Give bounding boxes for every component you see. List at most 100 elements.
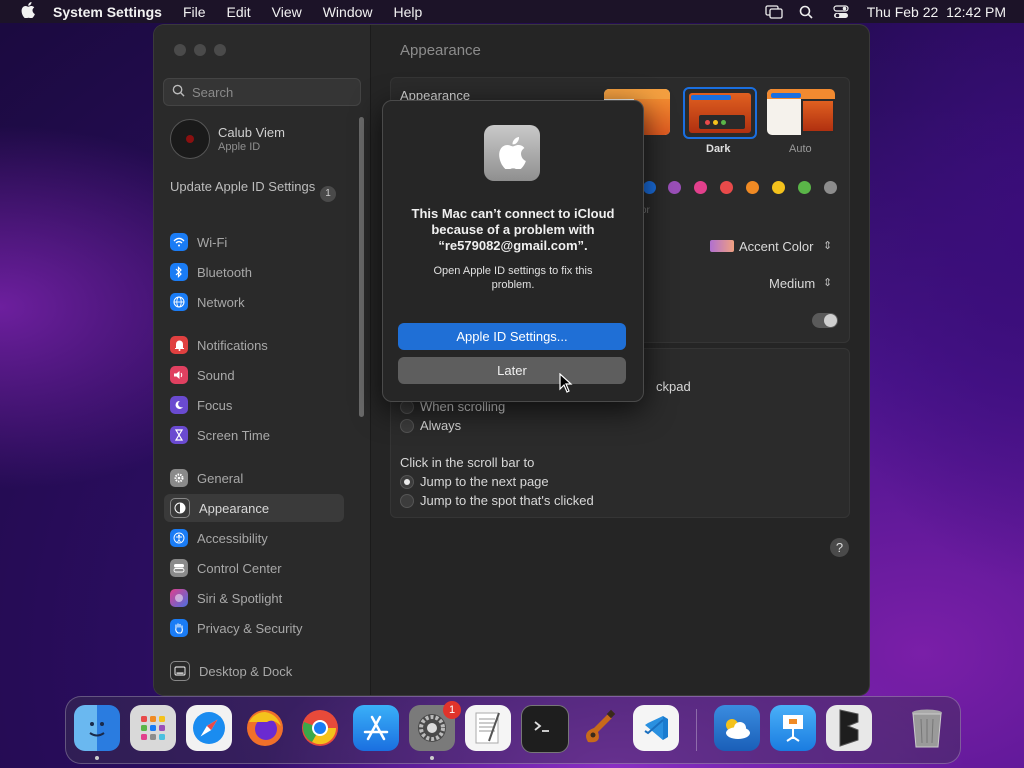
accent-yellow-swatch[interactable] (772, 181, 785, 194)
highlight-color-popup[interactable]: Accent Color (739, 239, 813, 254)
accent-blue-swatch[interactable] (643, 181, 656, 194)
sidebar-item-appearance[interactable]: Appearance (164, 494, 344, 522)
sidebar-item-siri-spotlight[interactable]: Siri & Spotlight (164, 584, 344, 612)
finder-icon[interactable] (74, 705, 120, 751)
accent-red-swatch[interactable] (720, 181, 733, 194)
screen-mirroring-icon[interactable] (765, 4, 783, 19)
search-field[interactable]: Search (163, 78, 361, 106)
sidebar-item-accessibility[interactable]: Accessibility (164, 524, 344, 552)
zoom-window-button[interactable] (214, 44, 226, 56)
chevron-updown-icon[interactable]: ⇕ (823, 276, 832, 289)
search-icon[interactable] (799, 5, 815, 19)
moon-icon (170, 396, 188, 414)
menu-help[interactable]: Help (394, 4, 423, 20)
sidebar-icon-size-popup[interactable]: Medium (769, 276, 815, 291)
click-option-label: Jump to the next page (420, 474, 549, 489)
apple-logo-icon (484, 125, 540, 181)
menu-app-name[interactable]: System Settings (53, 4, 162, 20)
jump-to-spot-radio[interactable] (400, 494, 414, 508)
sidebar-item-wifi[interactable]: Wi-Fi (164, 228, 344, 256)
sidebar-item-label: Wi-Fi (197, 234, 228, 250)
close-window-button[interactable] (174, 44, 186, 56)
speaker-icon (170, 366, 188, 384)
launchpad-icon[interactable] (130, 705, 176, 751)
dialog-message: Open Apple ID settings to fix this probl… (433, 265, 593, 291)
chrome-icon[interactable] (297, 705, 343, 751)
sidebar-item-control-center[interactable]: Control Center (164, 554, 344, 582)
mouse-pointer-icon (559, 372, 573, 393)
keynote-icon[interactable] (770, 705, 816, 751)
firefox-icon[interactable] (242, 705, 288, 751)
sidebar-item-label: General (197, 470, 244, 486)
running-indicator (430, 756, 434, 760)
update-apple-id-settings[interactable]: Update Apple ID Settings (170, 179, 320, 195)
apple-id-settings-button[interactable]: Apple ID Settings... (398, 323, 626, 350)
bezel-icon[interactable] (826, 705, 872, 751)
accent-green-swatch[interactable] (798, 181, 811, 194)
search-icon (172, 84, 186, 100)
chevron-updown-icon[interactable]: ⇕ (823, 239, 832, 252)
weather-icon[interactable] (714, 705, 760, 751)
menu-view[interactable]: View (272, 4, 302, 20)
dock-separator (696, 709, 697, 751)
update-badge: 1 (320, 186, 336, 202)
garageband-icon[interactable] (577, 705, 623, 751)
accent-graphite-swatch[interactable] (824, 181, 837, 194)
page-title: Appearance (400, 42, 481, 59)
control-center-icon[interactable] (833, 4, 849, 19)
menubar-clock[interactable]: Thu Feb 22 12:42 PM (867, 4, 1006, 20)
show-scroll-bars-label-partial: ckpad (656, 379, 691, 394)
sidebar-item-focus[interactable]: Focus (164, 391, 344, 419)
app-store-icon[interactable] (353, 705, 399, 751)
theme-dark-label: Dark (706, 143, 731, 155)
minimize-window-button[interactable] (194, 44, 206, 56)
help-button[interactable]: ? (830, 538, 849, 557)
profile-subtitle: Apple ID (218, 141, 261, 153)
terminal-icon[interactable] (521, 705, 569, 753)
wallpaper-tinting-toggle[interactable] (812, 313, 838, 328)
later-button[interactable]: Later (398, 357, 626, 384)
sidebar-item-label: Bluetooth (197, 264, 252, 280)
sidebar-item-label: Sound (197, 367, 235, 383)
sidebar-item-screen-time[interactable]: Screen Time (164, 421, 344, 449)
dock-icon (170, 661, 190, 681)
accent-purple-swatch[interactable] (668, 181, 681, 194)
sidebar-item-network[interactable]: Network (164, 288, 344, 316)
trash-icon[interactable] (904, 705, 950, 751)
vscode-icon[interactable] (633, 705, 679, 751)
sidebar-item-label: Desktop & Dock (199, 663, 293, 679)
notification-badge: 1 (443, 701, 461, 719)
bluetooth-icon (170, 263, 188, 281)
apple-id-profile[interactable]: Calub Viem Apple ID (170, 119, 285, 159)
scroll-always-radio[interactable] (400, 419, 414, 433)
window-controls (174, 44, 226, 56)
theme-dark-thumbnail[interactable] (683, 87, 757, 139)
jump-next-page-radio[interactable] (400, 475, 414, 489)
accent-orange-swatch[interactable] (746, 181, 759, 194)
theme-auto-label: Auto (789, 143, 812, 155)
sidebar-item-general[interactable]: General (164, 464, 344, 492)
sidebar-item-label: Network (197, 294, 245, 310)
sidebar-scrollbar[interactable] (359, 117, 364, 417)
menu-file[interactable]: File (183, 4, 206, 20)
accessibility-icon (170, 529, 188, 547)
sidebar-item-bluetooth[interactable]: Bluetooth (164, 258, 344, 286)
safari-icon[interactable] (186, 705, 232, 751)
menu-edit[interactable]: Edit (227, 4, 251, 20)
scroll-when-scrolling-radio[interactable] (400, 400, 414, 414)
accent-pink-swatch[interactable] (694, 181, 707, 194)
menu-bar: System Settings File Edit View Window He… (0, 0, 1024, 23)
sidebar-item-label: Privacy & Security (197, 620, 303, 636)
textedit-icon[interactable] (465, 705, 511, 751)
bell-icon (170, 336, 188, 354)
menu-window[interactable]: Window (323, 4, 373, 20)
apple-logo-icon[interactable] (18, 2, 38, 21)
click-scroll-bar-label: Click in the scroll bar to (400, 455, 535, 470)
globe-icon (170, 293, 188, 311)
highlight-color-swatch (710, 240, 734, 252)
theme-auto-thumbnail[interactable] (767, 89, 835, 135)
sidebar-item-privacy-security[interactable]: Privacy & Security (164, 614, 344, 642)
sidebar-item-notifications[interactable]: Notifications (164, 331, 344, 359)
sidebar-item-sound[interactable]: Sound (164, 361, 344, 389)
sidebar-item-desktop-dock[interactable]: Desktop & Dock (164, 657, 344, 685)
